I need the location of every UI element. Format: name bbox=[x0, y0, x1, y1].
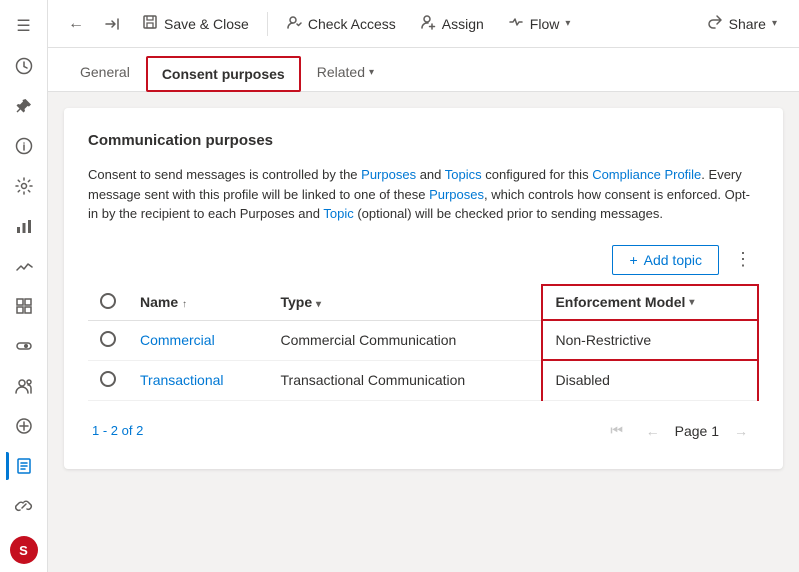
name-col-label: Name bbox=[140, 294, 178, 310]
transactional-link[interactable]: Transactional bbox=[140, 372, 224, 388]
page-label: Page 1 bbox=[675, 423, 719, 439]
toolbar: ← Save & Close Check Access Assign bbox=[48, 0, 799, 48]
forward-button[interactable] bbox=[96, 8, 128, 40]
row1-radio[interactable] bbox=[100, 331, 116, 347]
commercial-link[interactable]: Commercial bbox=[140, 332, 215, 348]
share-label: Share bbox=[729, 16, 766, 32]
enforcement-col-label: Enforcement Model bbox=[555, 294, 685, 310]
save-icon bbox=[142, 14, 158, 33]
share-icon bbox=[707, 14, 723, 33]
add-topic-label: Add topic bbox=[644, 252, 702, 268]
flow-dropdown-arrow: ▾ bbox=[565, 18, 570, 29]
active-page-icon[interactable] bbox=[6, 448, 42, 484]
enforcement-cell-1: Non-Restrictive bbox=[542, 320, 758, 360]
flow-icon bbox=[508, 14, 524, 33]
type-filter-icon: ▾ bbox=[316, 299, 321, 310]
check-access-button[interactable]: Check Access bbox=[276, 8, 406, 39]
related-label: Related bbox=[317, 64, 365, 80]
col-name-header[interactable]: Name ↑ bbox=[128, 285, 269, 321]
type-cell-1: Commercial Communication bbox=[269, 320, 543, 360]
add-topic-row: + Add topic ⋮ bbox=[88, 244, 759, 276]
enforcement-filter-icon: ▾ bbox=[689, 297, 694, 308]
toggle-icon[interactable] bbox=[6, 328, 42, 364]
communication-purposes-card: Communication purposes Consent to send m… bbox=[64, 108, 783, 469]
topics-link[interactable]: Topics bbox=[445, 167, 482, 182]
content-area: Communication purposes Consent to send m… bbox=[48, 92, 799, 572]
col-radio-header bbox=[88, 285, 128, 321]
pin-icon[interactable] bbox=[6, 88, 42, 124]
purposes-table: Name ↑ Type ▾ Enforcement Model ▾ bbox=[88, 284, 759, 401]
separator-1 bbox=[267, 12, 268, 36]
back-button[interactable]: ← bbox=[60, 8, 92, 40]
assign-label: Assign bbox=[442, 16, 484, 32]
sidebar: ☰ S bbox=[0, 0, 48, 572]
enforcement-cell-2: Disabled bbox=[542, 360, 758, 400]
pagination-count: 1 - 2 of 2 bbox=[92, 423, 143, 438]
name-sort-icon: ↑ bbox=[182, 299, 187, 310]
save-close-label: Save & Close bbox=[164, 16, 249, 32]
assign-icon bbox=[420, 14, 436, 33]
col-enforcement-header[interactable]: Enforcement Model ▾ bbox=[542, 285, 758, 321]
tab-consent-purposes[interactable]: Consent purposes bbox=[146, 56, 301, 92]
users-icon[interactable] bbox=[6, 368, 42, 404]
topic-link[interactable]: Topic bbox=[323, 206, 353, 221]
first-page-button[interactable]: ⏮ bbox=[603, 417, 631, 445]
share-button[interactable]: Share ▾ bbox=[697, 8, 787, 39]
related-dropdown-arrow: ▾ bbox=[369, 67, 374, 78]
recent-icon[interactable] bbox=[6, 48, 42, 84]
info-icon[interactable] bbox=[6, 128, 42, 164]
share-dropdown-arrow: ▾ bbox=[772, 18, 777, 29]
info-text: Consent to send messages is controlled b… bbox=[88, 165, 759, 224]
groups-icon[interactable] bbox=[6, 408, 42, 444]
hamburger-menu-icon[interactable]: ☰ bbox=[6, 8, 42, 44]
check-access-label: Check Access bbox=[308, 16, 396, 32]
analytics-icon[interactable] bbox=[6, 208, 42, 244]
compliance-profile-link[interactable]: Compliance Profile bbox=[592, 167, 701, 182]
more-options-button[interactable]: ⋮ bbox=[727, 244, 759, 276]
flow-button[interactable]: Flow ▾ bbox=[498, 8, 581, 39]
add-topic-plus-icon: + bbox=[629, 252, 637, 268]
main-content: ← Save & Close Check Access Assign bbox=[48, 0, 799, 572]
type-col-label: Type bbox=[281, 294, 313, 310]
table-row: Commercial Commercial Communication Non-… bbox=[88, 320, 758, 360]
settings-icon[interactable] bbox=[6, 168, 42, 204]
prev-page-button[interactable]: ← bbox=[639, 417, 667, 445]
flow-label: Flow bbox=[530, 16, 560, 32]
grid-icon[interactable] bbox=[6, 288, 42, 324]
pagination: 1 - 2 of 2 ⏮ ← Page 1 → bbox=[88, 417, 759, 445]
assign-button[interactable]: Assign bbox=[410, 8, 494, 39]
next-page-button[interactable]: → bbox=[727, 417, 755, 445]
tab-related[interactable]: Related ▾ bbox=[301, 54, 390, 92]
link-icon[interactable] bbox=[6, 488, 42, 524]
tab-general[interactable]: General bbox=[64, 54, 146, 92]
check-access-icon bbox=[286, 14, 302, 33]
col-type-header[interactable]: Type ▾ bbox=[269, 285, 543, 321]
chart-icon[interactable] bbox=[6, 248, 42, 284]
name-cell-1[interactable]: Commercial bbox=[128, 320, 269, 360]
radio-cell-1[interactable] bbox=[88, 320, 128, 360]
name-cell-2[interactable]: Transactional bbox=[128, 360, 269, 400]
row2-radio[interactable] bbox=[100, 371, 116, 387]
tab-navigation: General Consent purposes Related ▾ bbox=[48, 48, 799, 92]
table-row: Transactional Transactional Communicatio… bbox=[88, 360, 758, 400]
save-close-button[interactable]: Save & Close bbox=[132, 8, 259, 39]
radio-cell-2[interactable] bbox=[88, 360, 128, 400]
section-title: Communication purposes bbox=[88, 132, 759, 149]
purposes-link-1[interactable]: Purposes bbox=[361, 167, 416, 182]
avatar[interactable]: S bbox=[10, 536, 38, 564]
add-topic-button[interactable]: + Add topic bbox=[612, 245, 719, 275]
type-cell-2: Transactional Communication bbox=[269, 360, 543, 400]
pagination-controls: ⏮ ← Page 1 → bbox=[603, 417, 755, 445]
header-radio bbox=[100, 293, 116, 309]
purposes-link-2[interactable]: Purposes bbox=[429, 187, 484, 202]
